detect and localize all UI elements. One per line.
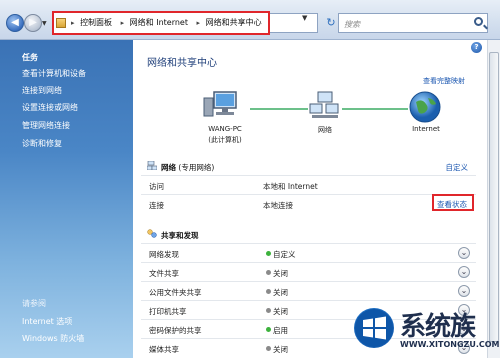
expand-chevron-icon[interactable]: ⌄ [458,247,470,259]
network-to-internet-link [342,108,408,110]
computer-icon [203,91,237,117]
network-type: (专用网络) [178,163,215,172]
connection-label: 连接 [149,201,164,210]
breadcrumb-item-sharing-center[interactable]: 网络和共享中心 [206,18,262,27]
network-name: 网络 [161,163,176,172]
status-dot-icon [266,346,271,351]
breadcrumb-item-control-panel[interactable]: 控制面板 [80,18,112,27]
sharing-row-label: 媒体共享 [149,345,179,354]
status-dot-icon [266,270,271,275]
pc-to-network-link [250,108,308,110]
breadcrumb-item-network-internet[interactable]: 网络和 Internet [130,18,188,27]
network-row-access: 访问 本地和 Internet [141,175,476,194]
back-button[interactable]: ◀ [6,14,24,32]
watermark: 系统族 WWW.XITONGZU.COM [350,302,500,358]
sharing-row: 公用文件夹共享 关闭 ⌄ [141,281,476,300]
sharing-row-value: 关闭 [273,269,288,278]
task-connect-network[interactable]: 连接到网络 [22,85,62,96]
see-also-internet-options[interactable]: Internet 选项 [22,316,72,327]
help-icon[interactable]: ? [471,42,482,53]
sharing-section-header: 共享和发现 [141,226,476,242]
search-placeholder: 搜索 [344,20,360,29]
search-box[interactable]: 搜索 [338,13,488,33]
control-panel-icon [56,18,66,28]
connection-value: 本地连接 [263,201,293,210]
network-section-header: 网络 (专用网络) 自定义 [141,158,476,174]
sharing-row-value: 关闭 [273,345,288,354]
customize-link[interactable]: 自定义 [446,162,469,173]
sharing-row-label: 密码保护的共享 [149,326,202,335]
history-dropdown-icon[interactable]: ▼ [42,20,47,27]
breadcrumb[interactable]: ▸ 控制面板 ▸ 网络和 Internet ▸ 网络和共享中心 [52,11,270,35]
internet-node-label: Internet [412,125,440,133]
see-also-windows-firewall[interactable]: Windows 防火墙 [22,333,84,344]
internet-globe-icon [409,91,441,123]
status-dot-icon [266,327,271,332]
forward-button[interactable]: ▶ [24,14,42,32]
page-title: 网络和共享中心 [147,58,217,69]
address-bar: ◀ ▶ ▼ ▸ 控制面板 ▸ 网络和 Internet ▸ 网络和共享中心 ▼ … [0,0,500,40]
task-manage-connections[interactable]: 管理网络连接 [22,120,70,131]
sharing-row-label: 打印机共享 [149,307,187,316]
pc-sub-label: (此计算机) [208,136,242,144]
sharing-icon [147,229,157,238]
sharing-row-label: 网络发现 [149,250,179,259]
access-value: 本地和 Internet [263,182,318,191]
network-node-label: 网络 [318,126,332,134]
status-dot-icon [266,308,271,313]
see-also-title: 请参阅 [22,299,46,308]
sharing-row-label: 公用文件夹共享 [149,288,202,297]
task-diagnose-repair[interactable]: 诊断和修复 [22,138,62,149]
view-status-link[interactable]: 查看状态 [432,194,474,211]
address-dropdown-icon[interactable]: ▼ [302,14,307,22]
watermark-url: WWW.XITONGZU.COM [400,340,500,349]
status-dot-icon [266,289,271,294]
network-row-connection: 连接 本地连接 [141,194,476,213]
sharing-row: 文件共享 关闭 ⌄ [141,262,476,281]
watermark-brand: 系统族 [400,312,476,342]
sharing-row: 网络发现 自定义 ⌄ [141,243,476,262]
sharing-row-value: 关闭 [273,288,288,297]
access-label: 访问 [149,182,164,191]
task-setup-connection[interactable]: 设置连接或网络 [22,102,78,113]
sharing-row-value: 启用 [273,326,288,335]
expand-chevron-icon[interactable]: ⌄ [458,266,470,278]
address-field[interactable] [270,13,318,33]
sharing-title: 共享和发现 [161,231,199,240]
view-full-map-link[interactable]: 查看完整映射 [423,76,465,86]
sharing-row-value: 自定义 [273,250,296,259]
scrollbar-thumb[interactable] [489,52,499,342]
tasks-title: 任务 [22,53,38,62]
task-pane: 任务 查看计算机和设备 连接到网络 设置连接或网络 管理网络连接 诊断和修复 请… [0,40,133,358]
pc-name-label: WANG-PC [208,125,242,133]
task-view-computers[interactable]: 查看计算机和设备 [22,68,86,79]
network-icon [309,91,339,118]
sharing-row-value: 关闭 [273,307,288,316]
windows-logo-icon [354,308,394,348]
search-icon[interactable] [474,17,483,26]
sharing-row-label: 文件共享 [149,269,179,278]
status-dot-icon [266,251,271,256]
expand-chevron-icon[interactable]: ⌄ [458,285,470,297]
view-status-label: 查看状态 [437,200,467,209]
network-small-icon [147,161,157,170]
